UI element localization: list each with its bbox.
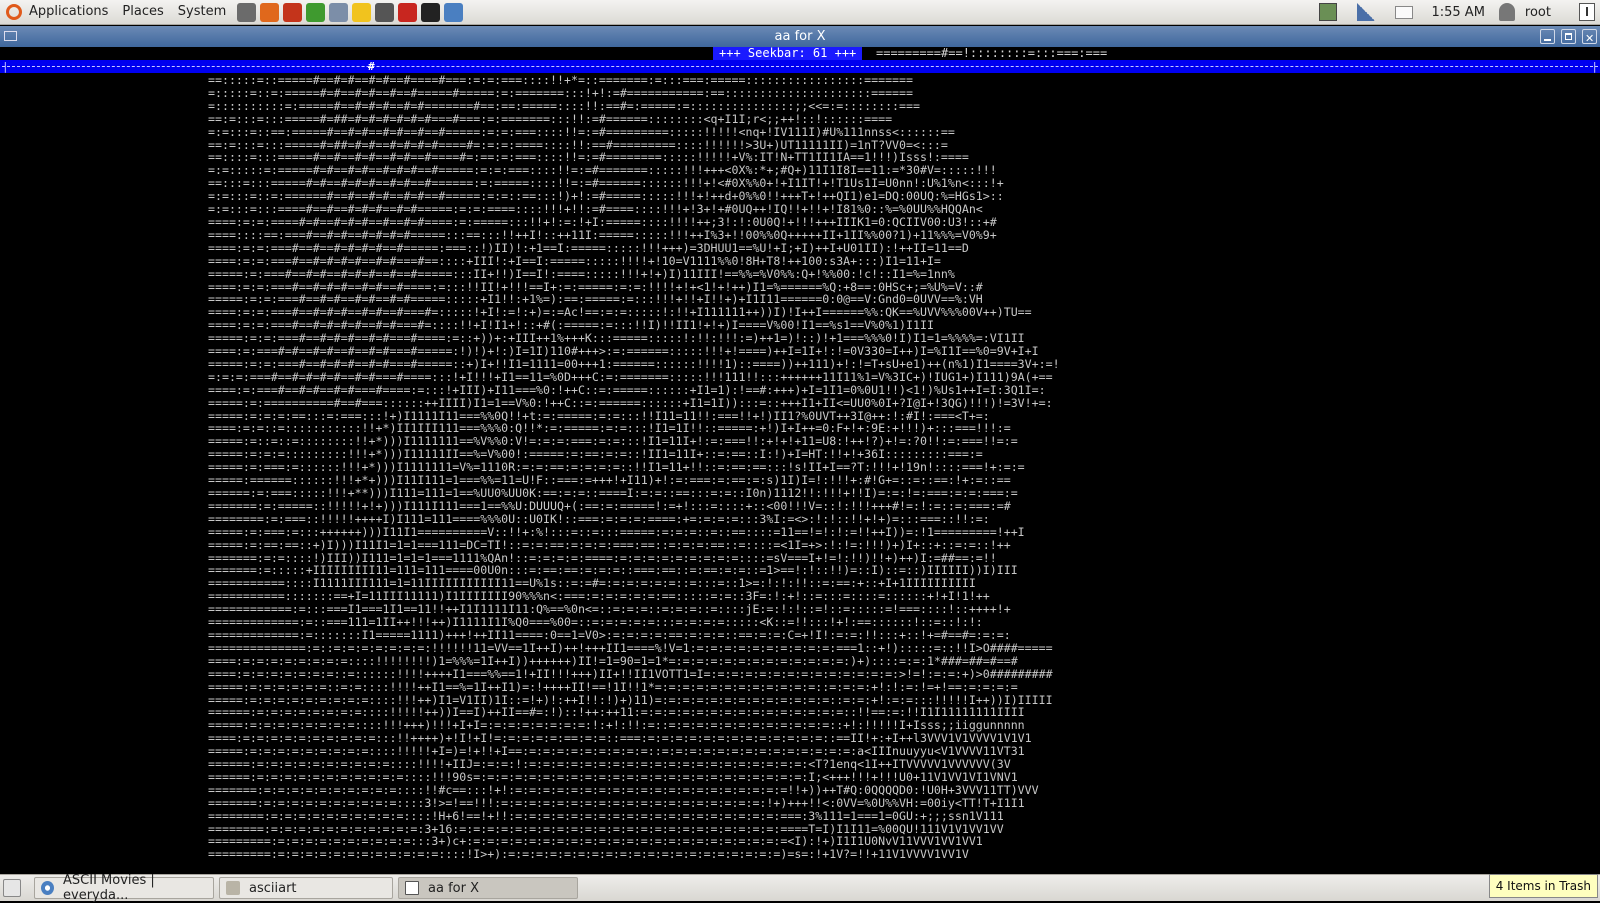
refresh-icon[interactable] <box>306 2 326 22</box>
user-menu[interactable]: root <box>1498 3 1551 21</box>
window-title: aa for X <box>774 29 826 44</box>
places-menu[interactable]: Places <box>115 0 170 24</box>
status-right: =========#==!::::::::=:::===:=== <box>876 47 1108 60</box>
seekbar-end-cap: | <box>1591 60 1598 73</box>
seekbar-knob[interactable]: # <box>368 60 375 73</box>
maximize-button[interactable] <box>1561 29 1576 44</box>
seekbar-label: +++ Seekbar: 61 +++ <box>713 47 863 60</box>
evolution-icon[interactable] <box>237 2 257 22</box>
terminal-window-icon <box>405 881 419 895</box>
top-panel: Applications Places System 1:55 AM root <box>0 0 1600 25</box>
window-titlebar[interactable]: aa for X <box>0 26 1600 49</box>
system-tray: 1:55 AM root <box>1309 0 1600 24</box>
status-line: ::::::::=========#=#=#==#=#==#======:=:=… <box>208 47 1184 60</box>
text-editor-icon[interactable] <box>375 2 395 22</box>
shutdown-icon[interactable] <box>1579 3 1595 21</box>
smiley-icon[interactable] <box>352 2 372 22</box>
task-label: ASCII Movies | everyda... <box>63 873 155 903</box>
clock[interactable]: 1:55 AM <box>1431 5 1484 20</box>
chromium-icon[interactable] <box>444 2 464 22</box>
seekbar[interactable]: | # | <box>0 60 1600 73</box>
user-name: root <box>1524 4 1551 20</box>
task-label: aa for X <box>428 880 479 896</box>
applications-menu[interactable]: Applications <box>0 0 115 24</box>
applications-menu-label: Applications <box>29 4 109 19</box>
minimize-button[interactable] <box>1540 29 1555 44</box>
seekbar-track <box>2 66 1598 67</box>
window-menu-icon[interactable] <box>4 31 17 41</box>
task-button-aa-for-x[interactable]: aa for X <box>398 877 578 899</box>
network-icon[interactable] <box>329 2 349 22</box>
user-icon <box>1498 3 1515 21</box>
signal-strength-icon[interactable] <box>1357 3 1376 21</box>
task-label: asciiart <box>249 880 297 896</box>
show-desktop-button[interactable] <box>3 879 21 897</box>
system-menu[interactable]: System <box>171 0 233 24</box>
trash-tooltip: 4 Items in Trash <box>1488 874 1598 898</box>
terminal-icon[interactable] <box>421 2 441 22</box>
close-button[interactable] <box>1582 28 1597 49</box>
bottom-panel: ASCII Movies | everyda... asciiart aa fo… <box>0 873 1600 903</box>
aa-terminal-view[interactable]: ::::::::=========#=#=#==#=#==#======:=:=… <box>0 47 1600 874</box>
firefox-icon[interactable] <box>260 2 280 22</box>
network-manager-icon[interactable] <box>1319 3 1338 21</box>
task-button-asciiart[interactable]: asciiart <box>219 877 393 899</box>
ascii-art-frame: ==:::::=::=====#==#=#==#=#==#====#===:=:… <box>208 74 1060 862</box>
folder-icon <box>226 881 240 895</box>
filezilla-icon[interactable] <box>398 2 418 22</box>
chromium-icon <box>41 881 55 895</box>
tools-icon[interactable] <box>283 2 303 22</box>
task-button-browser[interactable]: ASCII Movies | everyda... <box>34 873 214 903</box>
ubuntu-logo-icon <box>6 4 22 20</box>
mail-icon[interactable] <box>1395 5 1414 19</box>
launcher-area <box>235 2 465 22</box>
